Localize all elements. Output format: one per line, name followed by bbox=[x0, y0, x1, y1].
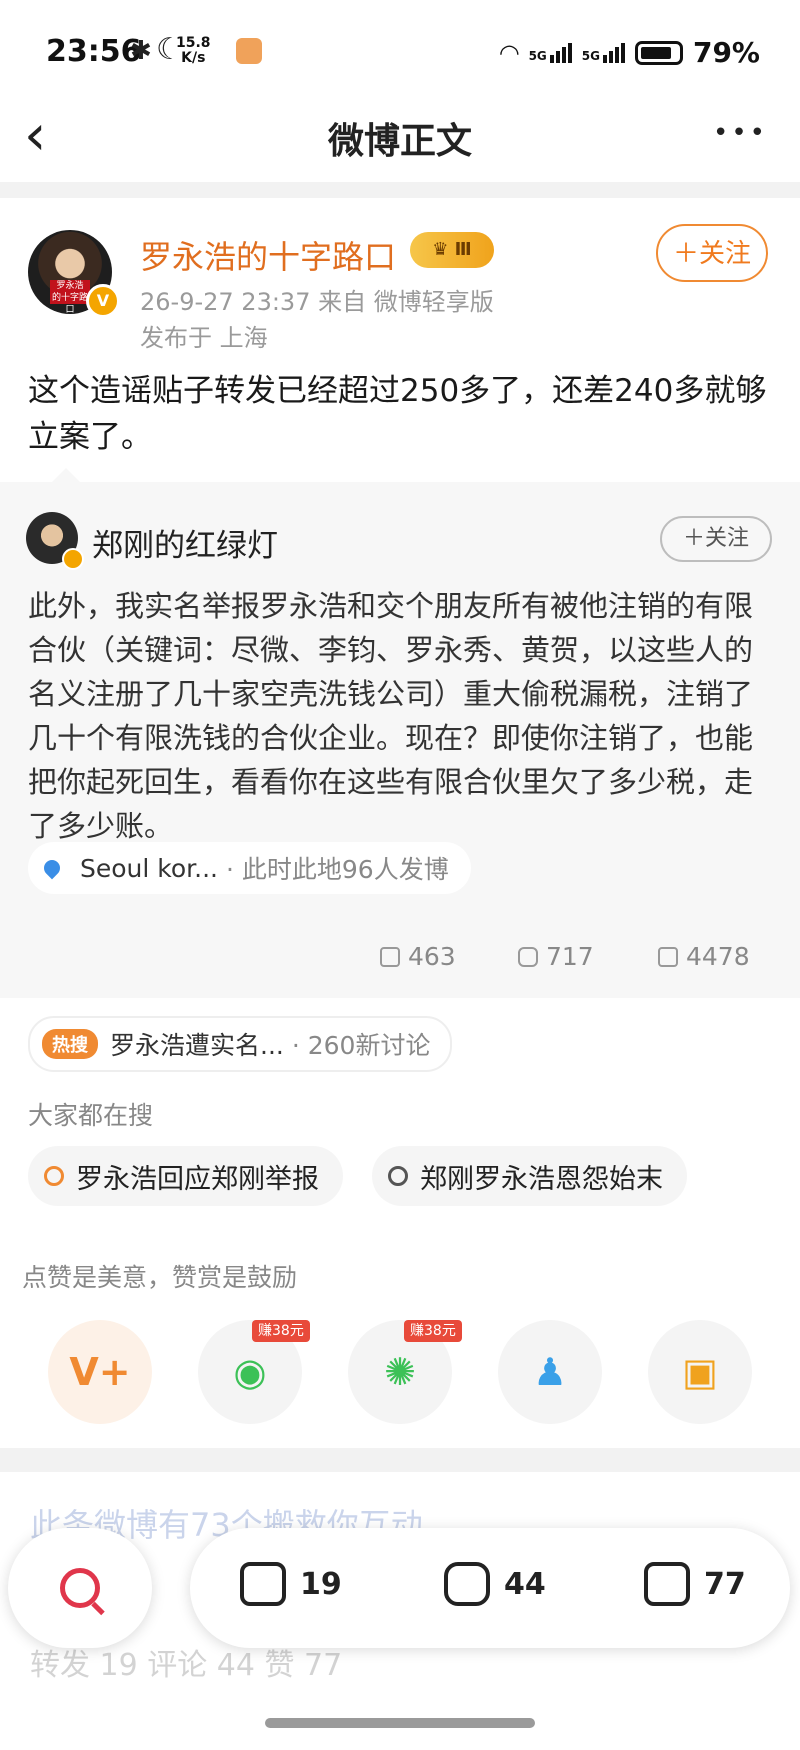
like-count: 4478 bbox=[686, 942, 750, 971]
signal-icon bbox=[602, 42, 625, 63]
like-button[interactable]: 77 bbox=[644, 1562, 746, 1606]
post-text: 这个造谣贴子转发已经超过250多了，还差240多就够立案了。 bbox=[28, 373, 767, 455]
more-button[interactable]: ••• bbox=[713, 118, 768, 148]
bluetooth-icon: ✱ bbox=[130, 36, 152, 66]
retweet-like-stat[interactable]: 4478 bbox=[658, 942, 750, 971]
comment-count: 717 bbox=[546, 942, 594, 971]
battery-icon bbox=[634, 40, 683, 65]
verified-badge-icon: V bbox=[86, 284, 120, 318]
hot-topic-text: 罗永浩遭实名... bbox=[110, 1031, 284, 1060]
search-sparkle-icon bbox=[60, 1568, 100, 1608]
repost-icon bbox=[240, 1562, 286, 1606]
member-level-badge[interactable]: ♛ Ⅲ bbox=[410, 232, 494, 268]
search-chip-text: 罗永浩回应郑刚举报 bbox=[76, 1163, 319, 1195]
search-icon bbox=[388, 1166, 408, 1186]
search-chip-text: 郑刚罗永浩恩怨始末 bbox=[420, 1163, 663, 1195]
signal-icon bbox=[549, 42, 572, 63]
page-title: 微博正文 bbox=[327, 121, 472, 162]
section-divider-2 bbox=[0, 1448, 800, 1472]
avatar-tag: 罗永浩 的十字路口 bbox=[50, 280, 90, 314]
post-time-source: 26-9-27 23:37 来自 微博轻享版 bbox=[140, 288, 494, 316]
thumbs-up-icon bbox=[658, 946, 678, 967]
network-type-2: 5G bbox=[581, 48, 600, 63]
earn-badge-2: 赚38元 bbox=[404, 1320, 462, 1342]
searching-label: 大家都在搜 bbox=[28, 1101, 154, 1130]
app-notification-icon bbox=[236, 38, 262, 64]
reward-button[interactable]: V+ bbox=[48, 1320, 152, 1424]
follow-retweet-author-button[interactable]: ＋关注 bbox=[660, 516, 772, 562]
comment-icon bbox=[444, 1562, 490, 1606]
location-chip[interactable]: Seoul kor... · 此时此地96人发博 bbox=[28, 842, 471, 894]
status-bar: 23:56 15.8 K/s ✱ ☾ ◠ 5G 5G 79% bbox=[0, 0, 800, 100]
search-fab-button[interactable] bbox=[8, 1528, 152, 1648]
signal-1: 5G bbox=[528, 42, 572, 63]
repost-icon bbox=[380, 946, 400, 967]
follow-author-button[interactable]: ＋关注 bbox=[656, 224, 768, 282]
qq-share-button[interactable]: ♟ bbox=[498, 1320, 602, 1424]
comment-button[interactable]: 44 bbox=[444, 1562, 546, 1606]
comment-count: 44 bbox=[504, 1566, 546, 1602]
post-location: 发布于 上海 bbox=[140, 324, 268, 352]
like-count: 77 bbox=[704, 1566, 746, 1602]
search-chip-1[interactable]: 罗永浩回应郑刚举报 bbox=[28, 1146, 343, 1206]
hot-search-chip[interactable]: 热搜 罗永浩遭实名... · 260新讨论 bbox=[28, 1016, 453, 1072]
section-divider bbox=[0, 182, 800, 198]
home-indicator[interactable] bbox=[265, 1718, 535, 1728]
save-image-button[interactable]: ▣ bbox=[648, 1320, 752, 1424]
moments-icon: ✺ bbox=[384, 1350, 416, 1394]
network-type-1: 5G bbox=[528, 48, 547, 63]
location-name: Seoul kor... bbox=[80, 853, 218, 883]
earn-badge-1: 赚38元 bbox=[252, 1320, 310, 1342]
battery-percent: 79% bbox=[692, 36, 760, 69]
wifi-icon: ◠ bbox=[500, 38, 519, 67]
search-icon bbox=[44, 1166, 64, 1186]
author-name[interactable]: 罗永浩的十字路口 bbox=[140, 232, 396, 278]
retweet-comment-stat[interactable]: 717 bbox=[518, 942, 594, 971]
repost-count: 463 bbox=[408, 942, 456, 971]
qq-icon: ♟ bbox=[532, 1350, 568, 1394]
hot-topic-sub: · 260新讨论 bbox=[291, 1031, 431, 1060]
signal-2: 5G bbox=[581, 42, 625, 63]
retweet-repost-stat[interactable]: 463 bbox=[380, 942, 456, 971]
thumbs-up-icon bbox=[644, 1562, 690, 1606]
retweet-text: 此外，我实名举报罗永浩和交个朋友所有被他注销的有限合伙（关键词：尽微、李钧、罗永… bbox=[28, 589, 754, 843]
hot-search-badge: 热搜 bbox=[42, 1029, 98, 1059]
moon-icon: ☾ bbox=[156, 32, 183, 67]
comment-icon bbox=[518, 946, 538, 967]
wechat-icon: ◉ bbox=[233, 1350, 267, 1394]
location-sub: · 此时此地96人发博 bbox=[226, 855, 449, 884]
save-image-icon: ▣ bbox=[682, 1350, 718, 1394]
status-time: 23:56 bbox=[46, 34, 142, 69]
retweet-author-name[interactable]: 郑刚的红绿灯 bbox=[92, 520, 278, 565]
praise-label: 点赞是美意，赞赏是鼓励 bbox=[22, 1263, 298, 1292]
repost-button[interactable]: 19 bbox=[240, 1562, 342, 1606]
retweet-notch bbox=[52, 468, 80, 482]
search-chip-2[interactable]: 郑刚罗永浩恩怨始末 bbox=[372, 1146, 687, 1206]
repost-count: 19 bbox=[300, 1566, 342, 1602]
location-pin-icon bbox=[40, 856, 64, 880]
status-right: ◠ 5G 5G 79% bbox=[500, 36, 760, 69]
retweet-verified-icon bbox=[62, 548, 84, 570]
